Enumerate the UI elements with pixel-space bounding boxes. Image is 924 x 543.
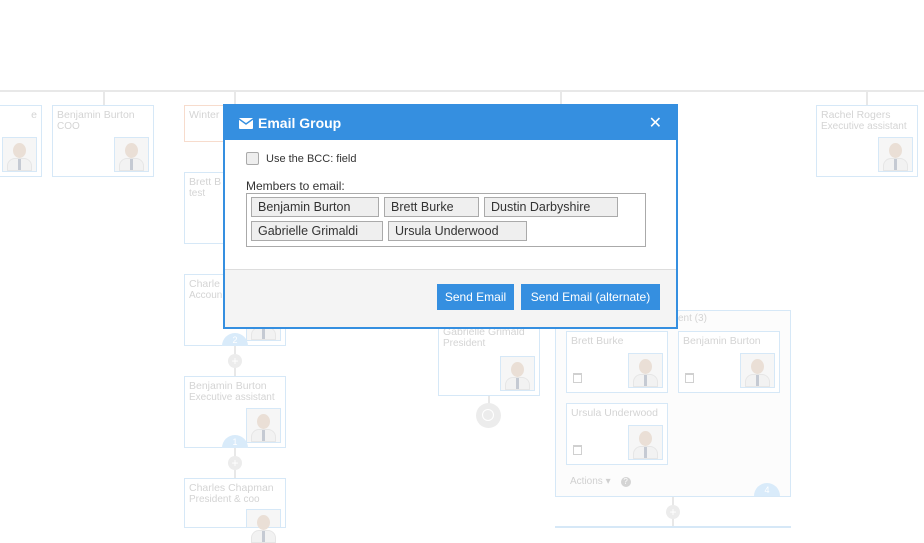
- card-role: Executive assistant: [821, 121, 907, 132]
- group-member-card[interactable]: Brett Burke: [566, 331, 668, 393]
- avatar: [114, 137, 149, 172]
- members-list[interactable]: Benjamin Burton Brett Burke Dustin Darbysh…: [246, 193, 646, 247]
- org-card[interactable]: e: [0, 105, 42, 177]
- card-name: Benjamin Burton: [683, 335, 761, 347]
- add-node-icon[interactable]: +: [228, 354, 242, 368]
- card-role: COO: [57, 121, 80, 132]
- dialog-footer: Send Email Send Email (alternate): [225, 269, 676, 327]
- card-role: Executive assistant: [189, 392, 275, 403]
- trash-icon[interactable]: [573, 445, 582, 455]
- avatar: [878, 137, 913, 172]
- group-title: ent (3): [678, 313, 707, 324]
- add-node-icon[interactable]: +: [666, 505, 680, 519]
- avatar: [246, 408, 281, 443]
- trash-icon[interactable]: [573, 373, 582, 383]
- org-card[interactable]: Benjamin Burton COO: [52, 105, 154, 177]
- members-label: Members to email:: [246, 179, 345, 193]
- member-chip: Benjamin Burton: [251, 197, 379, 217]
- caret-down-icon: ▾: [605, 476, 611, 487]
- bcc-checkbox[interactable]: [246, 152, 259, 165]
- org-card[interactable]: Gabrielle Grimald President: [438, 322, 540, 396]
- send-email-button[interactable]: Send Email: [437, 284, 514, 310]
- avatar: [628, 353, 663, 388]
- org-card[interactable]: Charles Chapman President & coo: [184, 478, 286, 543]
- card-name: Benjamin Burton: [57, 109, 135, 121]
- envelope-icon: [239, 117, 253, 129]
- help-icon[interactable]: ?: [620, 477, 631, 487]
- connector-line: [866, 90, 868, 105]
- card-name: Brett Burke: [571, 335, 624, 347]
- avatar: [2, 137, 37, 172]
- group-member-card[interactable]: Benjamin Burton: [678, 331, 780, 393]
- trash-icon[interactable]: [685, 373, 694, 383]
- card-name: Rachel Rogers: [821, 109, 891, 121]
- bcc-option[interactable]: Use the BCC: field: [246, 152, 655, 165]
- card-name: Benjamin Burton: [189, 380, 267, 392]
- card-name: e: [31, 109, 37, 121]
- connector-line: [234, 90, 236, 105]
- add-node-icon[interactable]: +: [228, 456, 242, 470]
- avatar: [246, 509, 281, 543]
- group-node: ent (3) Brett Burke Benjamin Burton Ursula…: [555, 310, 791, 497]
- group-member-card[interactable]: Ursula Underwood: [566, 403, 668, 465]
- card-name: Ursula Underwood: [571, 407, 658, 419]
- dialog-header: Email Group ✕: [225, 106, 676, 140]
- member-chip: Dustin Darbyshire: [484, 197, 618, 217]
- expand-down-icon[interactable]: [476, 403, 501, 428]
- count-badge[interactable]: 4: [754, 483, 780, 496]
- member-chip: Gabrielle Grimaldi: [251, 221, 383, 241]
- close-icon[interactable]: ✕: [649, 113, 662, 133]
- member-chip: Ursula Underwood: [388, 221, 527, 241]
- actions-label: Actions: [570, 476, 603, 487]
- avatar: [740, 353, 775, 388]
- member-chip: Brett Burke: [384, 197, 479, 217]
- email-group-dialog: Email Group ✕ Use the BCC: field Members…: [223, 104, 678, 329]
- connector-line: [560, 90, 562, 105]
- card-name: Charles Chapman: [189, 482, 274, 494]
- bcc-label: Use the BCC: field: [266, 152, 357, 165]
- card-role: President: [443, 338, 486, 349]
- avatar: [628, 425, 663, 460]
- org-card[interactable]: Rachel Rogers Executive assistant: [816, 105, 918, 177]
- actions-menu[interactable]: Actions ▾?: [570, 476, 631, 487]
- send-email-alternate-button[interactable]: Send Email (alternate): [521, 284, 660, 310]
- avatar: [500, 356, 535, 391]
- connector-line: [103, 90, 105, 105]
- connector-line: [0, 90, 924, 92]
- dialog-body: Use the BCC: field Members to email: Ben…: [225, 140, 676, 250]
- card-role: President & coo: [189, 494, 260, 505]
- dialog-title: Email Group: [258, 115, 342, 131]
